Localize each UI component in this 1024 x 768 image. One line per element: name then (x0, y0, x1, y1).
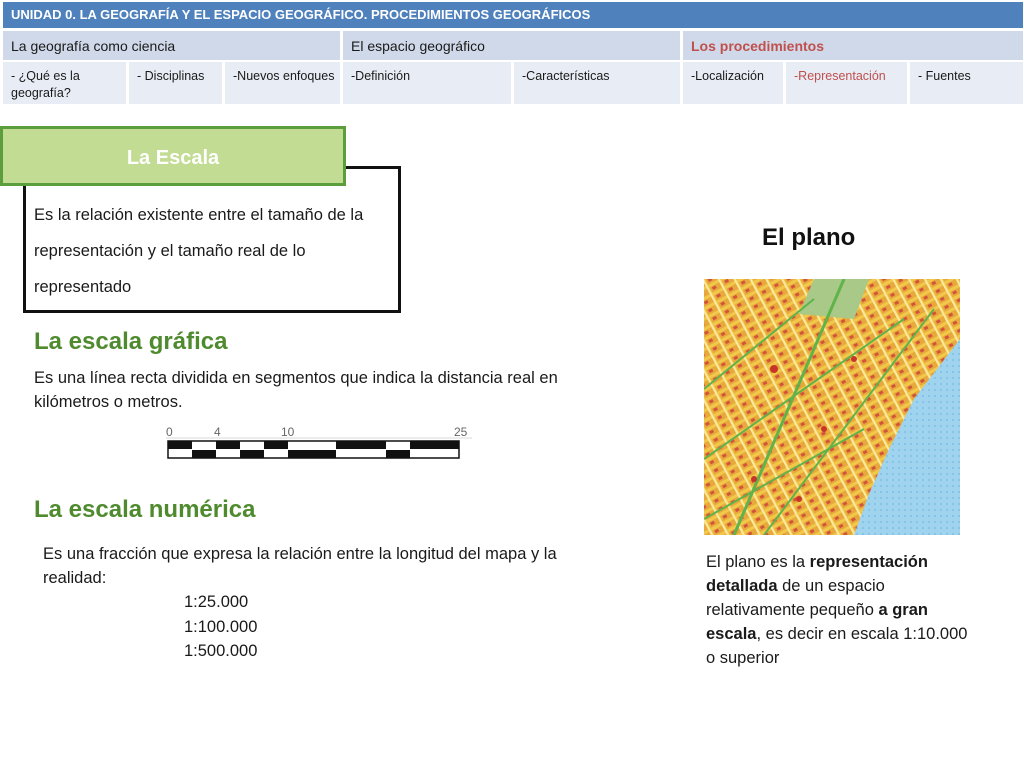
scale-example: 1:500.000 (184, 642, 258, 660)
nav-section-espacio-geografico[interactable]: El espacio geográfico (343, 31, 680, 60)
scale-tick-25: 25 (454, 425, 468, 439)
scale-example: 1:25.000 (184, 593, 249, 611)
escala-numerica-text: Es una fracción que expresa la relación … (43, 545, 557, 587)
scale-examples: 1:25.000 1:100.000 1:500.000 (184, 590, 257, 664)
nav-sub-caracteristicas[interactable]: -Características (514, 62, 680, 104)
nav-section-procedimientos[interactable]: Los procedimientos (683, 31, 1023, 60)
nav-sub-localizacion[interactable]: -Localización (683, 62, 783, 104)
escala-label: La Escala (0, 126, 346, 186)
scale-example: 1:100.000 (184, 617, 258, 636)
escala-definition: Es la relación existente entre el tamaño… (34, 206, 364, 296)
nav-sub-nuevos-enfoques[interactable]: -Nuevos enfoques (225, 62, 340, 104)
graphic-scale-bar: 0 4 10 25 (160, 424, 480, 464)
nav-section-geografia-ciencia[interactable]: La geografía como ciencia (3, 31, 340, 60)
nav-sub-definicion[interactable]: -Definición (343, 62, 511, 104)
nav-sub-representacion[interactable]: -Representación (786, 62, 907, 104)
nav-sub-fuentes[interactable]: - Fuentes (910, 62, 1023, 104)
scale-tick-0: 0 (166, 425, 173, 439)
scale-tick-4: 4 (214, 425, 221, 439)
city-map-image (704, 279, 960, 535)
scale-tick-10: 10 (281, 425, 295, 439)
escala-grafica-text: Es una línea recta dividida en segmentos… (34, 369, 558, 411)
nav-sub-que-es-geografia[interactable]: - ¿Qué es la geografía? (3, 62, 126, 104)
heading-escala-numerica: La escala numérica (34, 496, 256, 523)
heading-escala-grafica: La escala gráfica (34, 328, 228, 355)
unit-title: UNIDAD 0. LA GEOGRAFÍA Y EL ESPACIO GEOG… (3, 2, 1023, 28)
nav-sub-disciplinas[interactable]: - Disciplinas (129, 62, 222, 104)
plano-title: El plano (762, 224, 856, 251)
plano-description: El plano es la representación detallada … (706, 553, 968, 667)
